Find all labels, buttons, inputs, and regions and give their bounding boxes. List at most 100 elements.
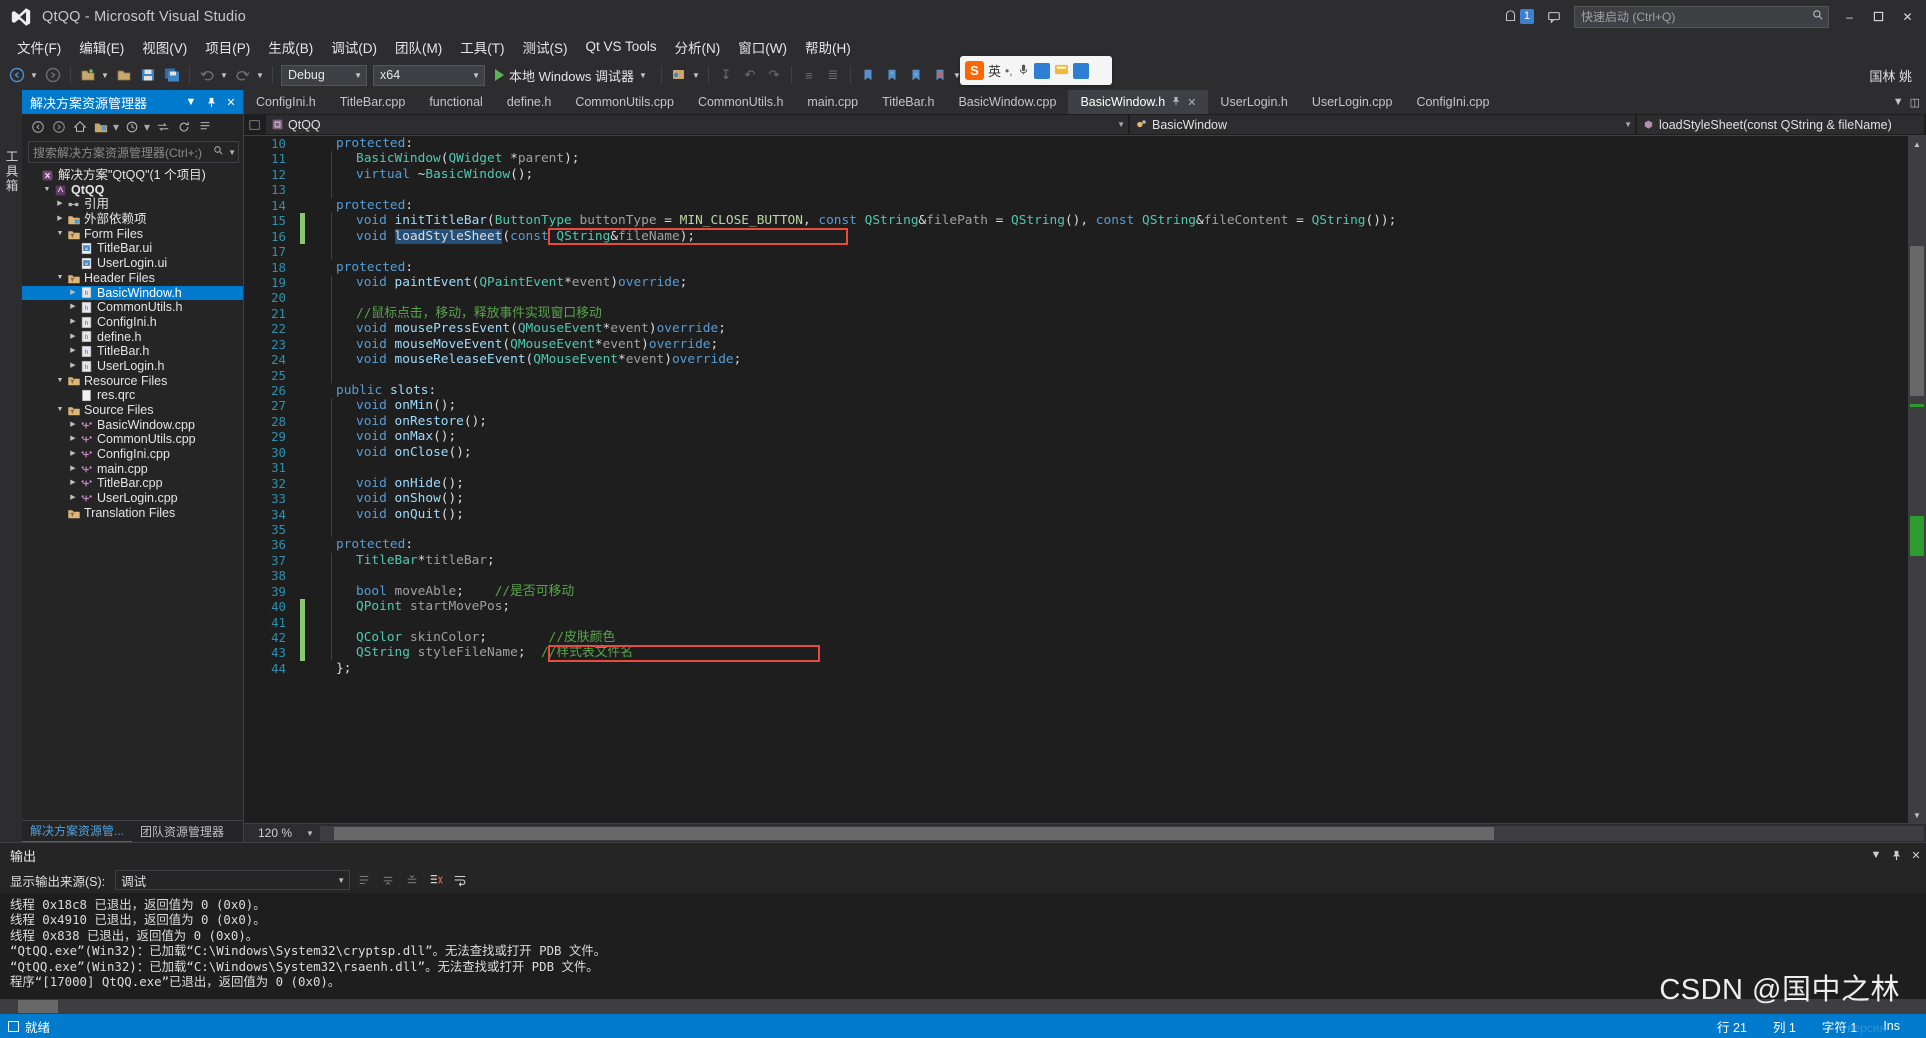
document-tab-main-cpp[interactable]: main.cpp xyxy=(795,90,870,114)
code-text-area[interactable]: 10 protected: 11 BasicWindow(QWidget *paren… xyxy=(244,136,1908,823)
twisty-collapsed-icon[interactable]: ▶ xyxy=(67,476,79,491)
twisty-collapsed-icon[interactable]: ▶ xyxy=(67,315,79,330)
chevron-down-icon[interactable]: ▼ xyxy=(1893,96,1904,108)
tree-item-titlebar-cpp[interactable]: ▶ TitleBar.cpp xyxy=(22,476,243,491)
editor-horizontal-scrollbar[interactable] xyxy=(319,825,1924,841)
tree-item-commonutils-h[interactable]: ▶ h CommonUtils.h xyxy=(22,300,243,315)
pin-icon[interactable] xyxy=(203,94,219,110)
tree-item-configini-cpp[interactable]: ▶ ConfigIni.cpp xyxy=(22,447,243,462)
document-tab-configini-cpp[interactable]: ConfigIni.cpp xyxy=(1404,90,1501,114)
panel-icon[interactable] xyxy=(1054,63,1069,79)
twisty-collapsed-icon[interactable]: ▶ xyxy=(67,359,79,374)
pin-icon[interactable] xyxy=(1886,850,1906,861)
twisty-collapsed-icon[interactable]: ▶ xyxy=(67,447,79,462)
document-tab-basicwindow-h[interactable]: BasicWindow.h ✕ xyxy=(1068,90,1209,114)
twisty-expanded-icon[interactable]: ▼ xyxy=(54,227,66,242)
menu-item-12[interactable]: 帮助(H) xyxy=(796,34,860,60)
scroll-up-icon[interactable]: ▲ xyxy=(1908,136,1926,152)
step-out-icon[interactable]: ↷ xyxy=(763,64,785,86)
go-to-previous-icon[interactable] xyxy=(378,870,398,890)
twisty-collapsed-icon[interactable]: ▶ xyxy=(54,197,66,212)
keyboard-icon[interactable] xyxy=(1033,62,1050,79)
twisty-collapsed-icon[interactable]: ▶ xyxy=(67,462,79,477)
solution-explorer-tab-0[interactable]: 解决方案资源管... xyxy=(22,820,133,843)
chevron-down-icon[interactable]: ▾ xyxy=(112,118,120,137)
pending-changes-icon[interactable] xyxy=(122,118,141,137)
document-tab-userlogin-h[interactable]: UserLogin.h xyxy=(1208,90,1299,114)
punctuation-icon[interactable]: •, xyxy=(1005,64,1013,78)
solution-platform-combo[interactable]: x64 ▼ xyxy=(373,64,485,86)
zoom-dropdown-icon[interactable]: ▼ xyxy=(306,829,320,838)
document-tab-configini-h[interactable]: ConfigIni.h xyxy=(244,90,328,114)
find-message-icon[interactable] xyxy=(354,870,374,890)
output-text-area[interactable]: 线程 0x18c8 已退出，返回值为 0 (0x0)。 线程 0x4910 已退出… xyxy=(0,893,1926,999)
toggle-word-wrap-icon[interactable] xyxy=(450,870,470,890)
tree-item-[interactable]: ▶ 外部依赖项 xyxy=(22,212,243,227)
comment-selection-icon[interactable]: ≡ xyxy=(798,64,820,86)
twisty-expanded-icon[interactable]: ▼ xyxy=(54,403,66,418)
tree-item-res-qrc[interactable]: res.qrc xyxy=(22,388,243,403)
attach-to-process-icon[interactable] xyxy=(668,64,690,86)
tree-item-resource-files[interactable]: ▼ Resource Files xyxy=(22,374,243,389)
feedback-icon[interactable] xyxy=(1539,5,1568,29)
tree-item-userlogin-cpp[interactable]: ▶ UserLogin.cpp xyxy=(22,491,243,506)
tree-item-userlogin-h[interactable]: ▶ h UserLogin.h xyxy=(22,359,243,374)
save-all-icon[interactable] xyxy=(161,64,183,86)
back-icon[interactable] xyxy=(28,118,47,137)
menu-item-5[interactable]: 调试(D) xyxy=(322,34,386,60)
next-bookmark-icon[interactable] xyxy=(905,64,927,86)
hscrollbar-thumb[interactable] xyxy=(333,826,1494,840)
twisty-collapsed-icon[interactable]: ▶ xyxy=(67,300,79,315)
document-tab-functional[interactable]: functional xyxy=(417,90,495,114)
twisty-expanded-icon[interactable]: ▼ xyxy=(54,271,66,286)
solution-explorer-search-input[interactable]: 搜索解决方案资源管理器(Ctrl+;) ▼ xyxy=(28,141,239,163)
tree-item-main-cpp[interactable]: ▶ main.cpp xyxy=(22,462,243,477)
menu-item-0[interactable]: 文件(F) xyxy=(8,34,70,60)
close-icon[interactable]: ✕ xyxy=(223,94,239,110)
navigate-forward-icon[interactable] xyxy=(42,64,64,86)
bookmark-icon[interactable] xyxy=(857,64,879,86)
uncomment-selection-icon[interactable]: ≣ xyxy=(822,64,844,86)
close-button[interactable]: ✕ xyxy=(1893,5,1922,29)
step-into-icon[interactable]: ↧ xyxy=(715,64,737,86)
twisty-collapsed-icon[interactable]: ▶ xyxy=(67,344,79,359)
previous-bookmark-icon[interactable] xyxy=(881,64,903,86)
split-window-icon[interactable]: ◫ xyxy=(1910,96,1920,109)
twisty-collapsed-icon[interactable]: ▶ xyxy=(54,212,66,227)
document-tab-commonutils-h[interactable]: CommonUtils.h xyxy=(686,90,795,114)
back-dropdown-icon[interactable]: ▼ xyxy=(30,71,40,80)
undo-icon[interactable] xyxy=(196,64,218,86)
ime-language-label[interactable]: 英 xyxy=(988,61,1001,80)
document-tab-titlebar-cpp[interactable]: TitleBar.cpp xyxy=(328,90,418,114)
twisty-expanded-icon[interactable]: ▼ xyxy=(54,374,66,389)
menu-item-6[interactable]: 团队(M) xyxy=(386,34,451,60)
attach-dropdown-icon[interactable]: ▼ xyxy=(692,71,702,80)
output-horizontal-scrollbar[interactable] xyxy=(0,999,1926,1014)
home-icon[interactable] xyxy=(70,118,89,137)
tree-item-userlogin-ui[interactable]: ui UserLogin.ui xyxy=(22,256,243,271)
tree-item-titlebar-h[interactable]: ▶ h TitleBar.h xyxy=(22,344,243,359)
twisty-collapsed-icon[interactable]: ▶ xyxy=(67,432,79,447)
sync-icon[interactable] xyxy=(153,118,172,137)
menu-item-1[interactable]: 编辑(E) xyxy=(70,34,133,60)
tree-item-qtqq-1[interactable]: 解决方案"QtQQ"(1 个项目) xyxy=(22,168,243,183)
clear-bookmarks-icon[interactable] xyxy=(929,64,951,86)
start-debug-button[interactable]: 本地 Windows 调试器 ▼ xyxy=(489,66,655,85)
output-hscroll-thumb[interactable] xyxy=(18,1000,58,1013)
step-over-icon[interactable]: ↶ xyxy=(739,64,761,86)
signed-in-user[interactable]: 国林 姚 xyxy=(1869,66,1912,85)
tree-item-basicwindow-cpp[interactable]: ▶ BasicWindow.cpp xyxy=(22,418,243,433)
microphone-icon[interactable] xyxy=(1017,63,1030,79)
menu-item-11[interactable]: 窗口(W) xyxy=(729,34,796,60)
menu-item-7[interactable]: 工具(T) xyxy=(451,34,513,60)
tree-item-source-files[interactable]: ▼ Source Files xyxy=(22,403,243,418)
navbar-member-dropdown[interactable]: loadStyleSheet(const QString & fileName) xyxy=(1637,115,1924,134)
notifications-badge[interactable]: 1 xyxy=(1499,7,1539,26)
chevron-down-icon[interactable]: ▼ xyxy=(183,94,199,110)
navbar-type-dropdown[interactable]: BasicWindow ▼ xyxy=(1130,115,1635,134)
navigate-back-icon[interactable] xyxy=(6,64,28,86)
document-tab-define-h[interactable]: define.h xyxy=(495,90,563,114)
menu-item-10[interactable]: 分析(N) xyxy=(666,34,730,60)
document-tab-userlogin-cpp[interactable]: UserLogin.cpp xyxy=(1300,90,1405,114)
chevron-down-icon-2[interactable]: ▾ xyxy=(143,118,151,137)
